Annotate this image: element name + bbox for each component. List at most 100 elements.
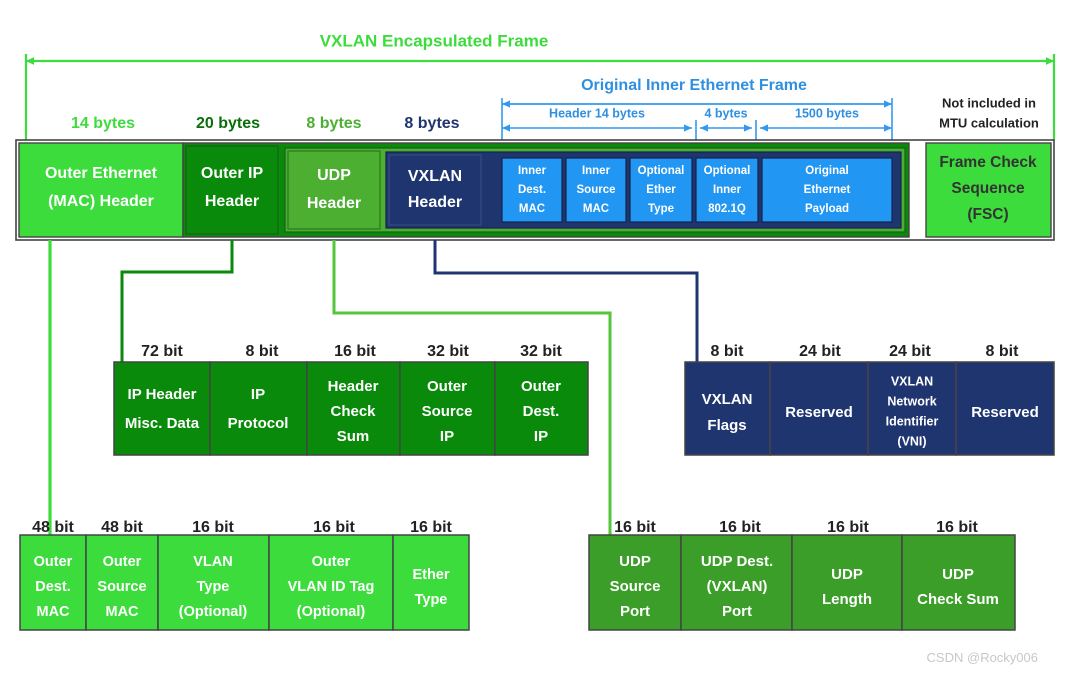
block-outer-source-mac-line1: Source <box>97 579 146 595</box>
block-outer-dest-ip-line0: Outer <box>521 378 561 395</box>
block-vlan-type-line0: VLAN <box>193 554 232 570</box>
block-vxlan-header[interactable] <box>388 154 482 226</box>
block-inner-dest-mac-line1: Dest. <box>518 184 546 196</box>
block-udp-dest-port-line2: Port <box>722 603 752 620</box>
vxlan-detail-size-3: 8 bit <box>986 343 1020 360</box>
block-header-check-sum-line2: Sum <box>337 428 370 445</box>
block-outer-ethernet-header-line0: Outer Ethernet <box>45 165 158 182</box>
block-ether-type-line1: Type <box>415 592 448 608</box>
block-fcs-line0: Frame Check <box>939 154 1037 171</box>
block-outer-ip-header-line1: Header <box>205 193 259 210</box>
block-vlan-type-line1: Type <box>197 579 230 595</box>
block-vni-line1: Network <box>887 394 936 408</box>
mac-detail-size-3: 16 bit <box>313 519 355 536</box>
block-inner-source-mac-line2: MAC <box>583 203 609 215</box>
block-ip-protocol-line1: Protocol <box>228 415 289 432</box>
block-outer-dest-ip-line1: Dest. <box>523 403 560 420</box>
block-original-ethernet-payload-line0: Original <box>805 165 848 177</box>
block-inner-dest-mac-line0: Inner <box>518 165 547 177</box>
block-inner-source-mac-line1: Source <box>577 184 616 196</box>
block-vxlan-header-line1: Header <box>408 194 462 211</box>
block-udp-check-sum-line1: Check Sum <box>917 591 999 608</box>
block-outer-source-mac-line0: Outer <box>103 554 142 570</box>
block-vxlan-flags-line1: Flags <box>707 417 746 434</box>
diagram-canvas: VXLAN Encapsulated Frame Original Inner … <box>0 0 1080 679</box>
block-header-check-sum-line0: Header <box>328 378 379 395</box>
block-outer-source-ip-line1: Source <box>422 403 473 420</box>
block-vxlan-header-line0: VXLAN <box>408 168 462 185</box>
block-ether-type-line0: Ether <box>412 567 449 583</box>
block-outer-vlan-id-tag-line1: VLAN ID Tag <box>288 579 375 595</box>
block-vxlan-flags-line0: VXLAN <box>702 391 753 408</box>
block-ip-header-misc-data[interactable] <box>113 361 211 456</box>
vxlan-detail-size-2: 24 bit <box>889 343 931 360</box>
block-udp-length-line1: Length <box>822 591 872 608</box>
udp-detail-size-3: 16 bit <box>936 519 978 536</box>
inner-span-title: Original Inner Ethernet Frame <box>581 77 807 94</box>
block-inner-dest-mac-line2: MAC <box>519 203 545 215</box>
block-outer-dest-mac-line1: Dest. <box>35 579 70 595</box>
mac-detail-size-4: 16 bit <box>410 519 452 536</box>
block-optional-ether-type-line2: Type <box>648 203 674 215</box>
block-ip-protocol-line0: IP <box>251 386 265 403</box>
ip-detail-size-0: 72 bit <box>141 343 183 360</box>
block-ip-header-misc-data-line0: IP Header <box>128 386 197 403</box>
main-size-label-1: 20 bytes <box>196 115 260 132</box>
block-outer-dest-mac-line2: MAC <box>36 604 70 620</box>
ip-detail-size-3: 32 bit <box>427 343 469 360</box>
block-outer-dest-mac-line0: Outer <box>34 554 73 570</box>
block-outer-vlan-id-tag-line2: (Optional) <box>297 604 366 620</box>
block-vni-line0: VXLAN <box>891 374 933 388</box>
block-outer-source-mac-line2: MAC <box>105 604 139 620</box>
block-vxlan-flags[interactable] <box>684 361 771 456</box>
block-fcs-line1: Sequence <box>951 180 1025 197</box>
block-inner-source-mac-line0: Inner <box>582 165 611 177</box>
block-udp-source-port-line2: Port <box>620 603 650 620</box>
block-outer-ip-header-line0: Outer IP <box>201 165 264 182</box>
block-udp-length-line0: UDP <box>831 566 863 583</box>
block-optional-inner-8021q-line2: 802.1Q <box>708 203 746 215</box>
block-ip-header-misc-data-line1: Misc. Data <box>125 415 200 432</box>
block-vni-line3: (VNI) <box>897 434 926 448</box>
block-vlan-type-line2: (Optional) <box>179 604 248 620</box>
mac-detail-size-2: 16 bit <box>192 519 234 536</box>
mtu-note-line2: MTU calculation <box>939 115 1039 130</box>
block-optional-inner-8021q-line0: Optional <box>704 165 751 177</box>
block-reserved-2-line0: Reserved <box>971 404 1039 421</box>
ip-detail-size-2: 16 bit <box>334 343 376 360</box>
inner-subspan-label-0: Header 14 bytes <box>549 106 645 120</box>
block-header-check-sum-line1: Check <box>330 403 376 420</box>
block-udp-header-line1: Header <box>307 195 361 212</box>
block-vni-line2: Identifier <box>886 414 939 428</box>
block-udp-dest-port-line1: (VXLAN) <box>707 578 768 595</box>
vxlan-detail-size-1: 24 bit <box>799 343 841 360</box>
block-outer-ethernet-header[interactable] <box>18 142 184 238</box>
inner-subspan-label-2: 1500 bytes <box>795 106 859 120</box>
udp-detail-size-0: 16 bit <box>614 519 656 536</box>
block-outer-ip-header[interactable] <box>185 145 279 235</box>
block-optional-inner-8021q-line1: Inner <box>713 184 742 196</box>
block-udp-source-port-line1: Source <box>610 578 661 595</box>
mac-detail-size-1: 48 bit <box>101 519 143 536</box>
top-span-title: VXLAN Encapsulated Frame <box>320 31 549 50</box>
main-size-label-0: 14 bytes <box>71 115 135 132</box>
block-outer-ethernet-header-line1: (MAC) Header <box>48 193 154 210</box>
udp-detail-size-2: 16 bit <box>827 519 869 536</box>
main-size-label-2: 8 bytes <box>306 115 361 132</box>
block-udp-source-port-line0: UDP <box>619 553 651 570</box>
mtu-note-line1: Not included in <box>942 95 1036 110</box>
watermark: CSDN @Rocky006 <box>927 650 1038 665</box>
ip-detail-size-1: 8 bit <box>246 343 280 360</box>
connector-vxlan-header <box>433 240 699 362</box>
block-fcs-line2: (FSC) <box>967 206 1008 223</box>
block-outer-source-ip-line0: Outer <box>427 378 467 395</box>
block-udp-header[interactable] <box>287 150 381 230</box>
block-reserved-1-line0: Reserved <box>785 404 853 421</box>
block-udp-check-sum-line0: UDP <box>942 566 974 583</box>
block-udp-header-line0: UDP <box>317 167 351 184</box>
vxlan-frame-diagram: VXLAN Encapsulated Frame Original Inner … <box>15 31 1056 665</box>
main-size-label-3: 8 bytes <box>404 115 459 132</box>
block-ip-protocol[interactable] <box>209 361 308 456</box>
block-outer-source-ip-line2: IP <box>440 428 454 445</box>
vxlan-detail-size-0: 8 bit <box>711 343 745 360</box>
